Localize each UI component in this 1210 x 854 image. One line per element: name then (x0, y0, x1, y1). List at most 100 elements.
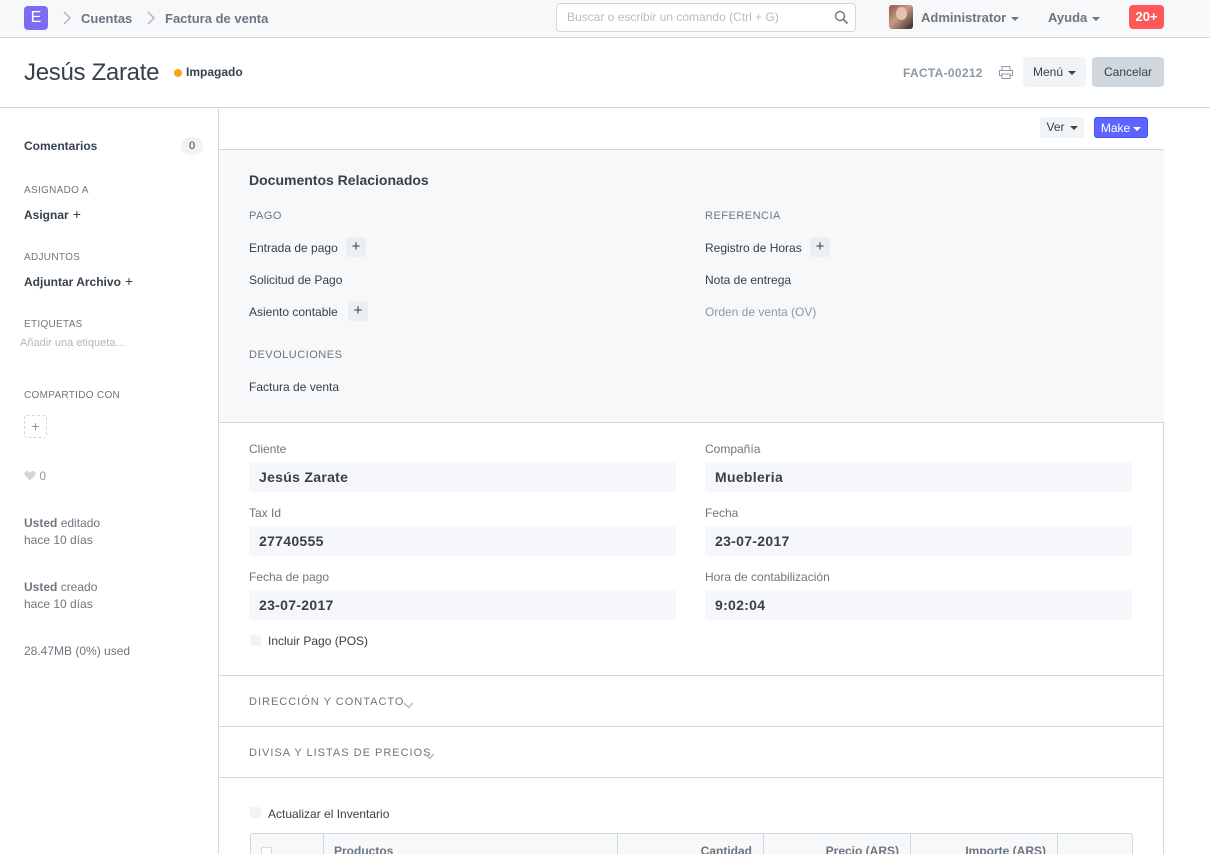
add-timesheet-button[interactable]: + (810, 237, 830, 257)
document-id: FACTA-00212 (903, 66, 983, 80)
column-amount[interactable]: Importe (ARS) (965, 844, 1046, 854)
storage-usage: 28.47MB (0%) used (24, 644, 131, 658)
sales-order-link[interactable]: Orden de venta (OV) (705, 305, 816, 319)
returns-heading: DEVOLUCIONES (249, 349, 343, 361)
assigned-label: ASIGNADO A (24, 185, 89, 196)
caret-down-icon (1133, 126, 1142, 131)
customer-field[interactable]: Jesús Zarate (249, 462, 676, 492)
column-divider (1057, 834, 1058, 854)
chevron-down-icon (424, 748, 435, 763)
app-logo[interactable]: E (24, 6, 48, 30)
share-add-button[interactable]: + (24, 415, 47, 438)
sidebar: Comentarios 0 ASIGNADO A Asignar + ADJUNT… (0, 108, 219, 854)
likes[interactable]: 0 (24, 469, 46, 483)
assign-label: Asignar (24, 208, 69, 222)
search-icon[interactable] (834, 10, 849, 28)
payment-entry-link[interactable]: Entrada de pago (249, 241, 338, 255)
make-button[interactable]: Make (1094, 117, 1148, 138)
address-section-toggle[interactable]: DIRECCIÓN Y CONTACTO (219, 676, 1164, 727)
view-label: Ver (1046, 120, 1065, 134)
tax-id-label: Tax Id (249, 506, 282, 520)
chevron-down-icon (403, 697, 414, 712)
update-stock-checkbox[interactable] (250, 807, 261, 818)
search-box (556, 3, 856, 32)
cancel-button[interactable]: Cancelar (1092, 57, 1164, 87)
attachments-label: ADJUNTOS (24, 252, 81, 263)
company-label: Compañía (705, 442, 761, 456)
payment-heading: PAGO (249, 210, 282, 222)
heart-icon (24, 469, 36, 483)
add-journal-entry-button[interactable]: + (348, 301, 368, 321)
select-all-checkbox[interactable] (261, 847, 272, 854)
payment-request-link[interactable]: Solicitud de Pago (249, 273, 342, 287)
pos-checkbox-label: Incluir Pago (POS) (268, 634, 369, 648)
date-field[interactable]: 23-07-2017 (705, 526, 1132, 556)
view-button[interactable]: Ver (1040, 117, 1084, 138)
column-divider (617, 834, 618, 854)
delivery-note-link[interactable]: Nota de entrega (705, 273, 791, 287)
user-menu[interactable]: Administrator (921, 10, 1020, 25)
breadcrumb-cuentas[interactable]: Cuentas (81, 11, 132, 26)
created-info: Usted creado hace 10 días (24, 579, 97, 613)
reference-heading: REFERENCIA (705, 210, 781, 222)
assign-button[interactable]: Asignar + (24, 206, 81, 222)
avatar[interactable] (889, 5, 913, 29)
make-label: Make (1100, 121, 1131, 135)
attach-label: Adjuntar Archivo (24, 275, 121, 289)
related-documents: Documentos Relacionados PAGO Entrada de … (219, 150, 1164, 423)
help-label: Ayuda (1048, 10, 1088, 25)
menu-button[interactable]: Menú (1023, 57, 1086, 87)
comments-count: 0 (181, 137, 203, 155)
page-title: Jesús Zarate (24, 59, 160, 86)
currency-section-toggle[interactable]: DIVISA Y LISTAS DE PRECIOS (219, 727, 1164, 778)
form-toolbar: Ver Make (219, 108, 1164, 150)
chevron-right-icon (62, 9, 72, 27)
help-menu[interactable]: Ayuda (1048, 10, 1101, 25)
edited-time: hace 10 días (24, 533, 93, 547)
update-stock-label: Actualizar el Inventario (268, 807, 390, 821)
print-icon[interactable] (999, 66, 1013, 82)
invoice-form: Cliente Jesús Zarate Compañía Muebleria … (219, 423, 1164, 676)
sales-invoice-link[interactable]: Factura de venta (249, 380, 339, 394)
breadcrumb-factura[interactable]: Factura de venta (165, 11, 268, 26)
created-time: hace 10 días (24, 597, 93, 611)
navbar: E Cuentas Factura de venta Administrator… (0, 0, 1210, 38)
plus-icon: + (124, 273, 134, 289)
tax-id-field[interactable]: 27740555 (249, 526, 676, 556)
timesheet-link[interactable]: Registro de Horas (705, 241, 802, 255)
comments-link[interactable]: Comentarios (24, 139, 97, 153)
column-divider (910, 834, 911, 854)
address-section-title: DIRECCIÓN Y CONTACTO (249, 696, 405, 708)
caret-down-icon (1069, 125, 1078, 130)
menu-label: Menú (1032, 65, 1064, 79)
caret-down-icon (1068, 70, 1077, 75)
company-field[interactable]: Muebleria (705, 462, 1132, 492)
posting-time-label: Hora de contabilización (705, 570, 830, 584)
search-input[interactable] (567, 10, 827, 24)
add-payment-entry-button[interactable]: + (346, 237, 366, 257)
customer-label: Cliente (249, 442, 287, 456)
notifications-badge[interactable]: 20+ (1129, 5, 1164, 29)
column-products[interactable]: Productos (334, 844, 393, 854)
status-indicator-dot (174, 69, 182, 77)
column-quantity[interactable]: Cantidad (701, 844, 752, 854)
user-name: Administrator (921, 10, 1007, 25)
items-section: Actualizar el Inventario Productos Canti… (219, 778, 1164, 854)
column-divider (323, 834, 324, 854)
pos-checkbox[interactable] (250, 635, 261, 646)
add-tag-input[interactable]: Añadir una etiqueta... (20, 337, 125, 349)
edited-action: editado (60, 516, 101, 530)
tags-label: ETIQUETAS (24, 319, 83, 330)
attach-file-button[interactable]: Adjuntar Archivo + (24, 273, 133, 289)
created-action: creado (60, 580, 98, 594)
edited-user[interactable]: Usted (24, 516, 57, 530)
due-date-field[interactable]: 23-07-2017 (249, 590, 676, 620)
currency-section-title: DIVISA Y LISTAS DE PRECIOS (249, 747, 432, 759)
caret-down-icon (1011, 16, 1020, 21)
related-title: Documentos Relacionados (249, 172, 429, 188)
created-user[interactable]: Usted (24, 580, 57, 594)
column-price[interactable]: Precio (ARS) (826, 844, 899, 854)
posting-time-field[interactable]: 9:02:04 (705, 590, 1132, 620)
journal-entry-link[interactable]: Asiento contable (249, 305, 338, 319)
date-label: Fecha (705, 506, 739, 520)
